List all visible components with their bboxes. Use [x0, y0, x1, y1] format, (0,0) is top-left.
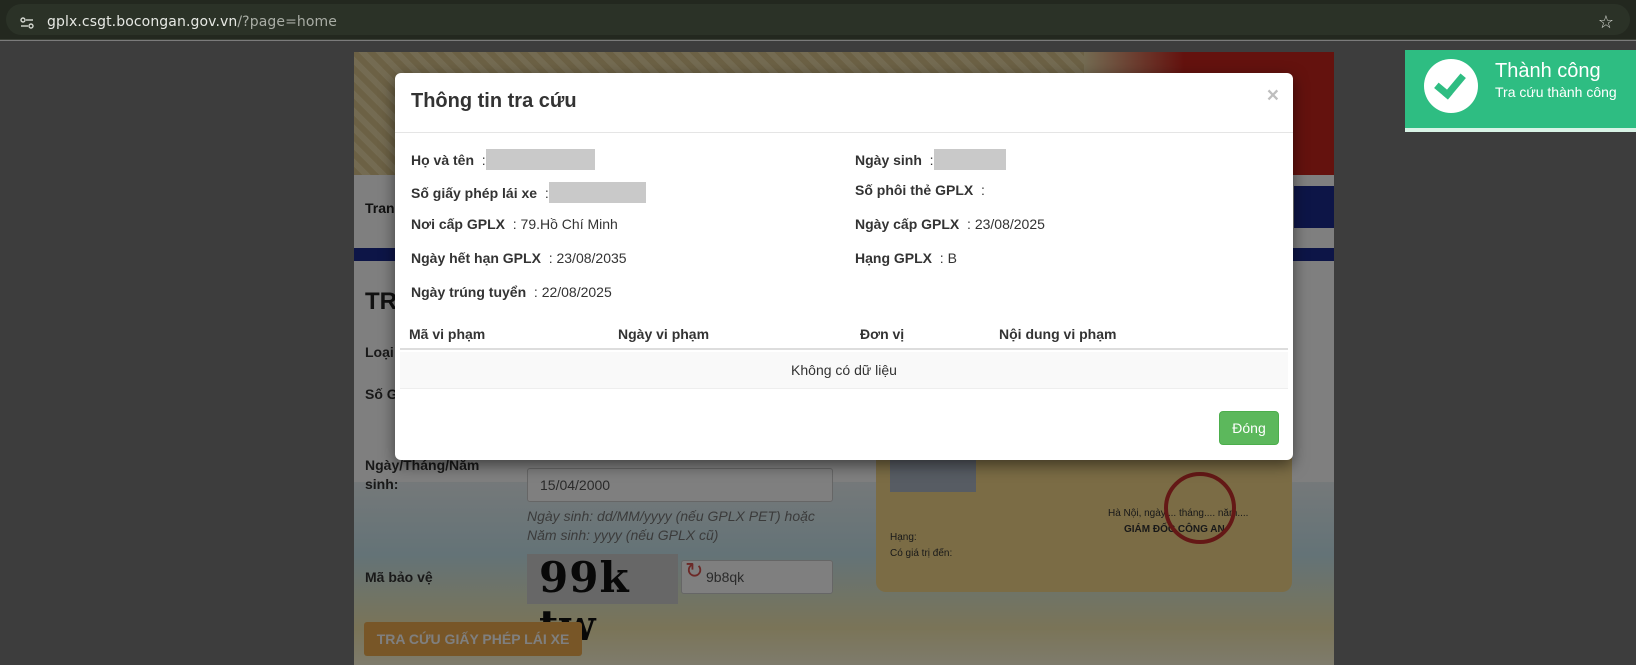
- bookmark-star-icon[interactable]: ☆: [1598, 13, 1614, 31]
- field-issue-place: Nơi cấp GPLX : 79.Hồ Chí Minh: [411, 216, 618, 232]
- url-text: gplx.csgt.bocongan.gov.vn/?page=home: [47, 14, 337, 30]
- checkmark-icon: [1424, 59, 1478, 113]
- violations-table-header: Mã vi phạm Ngày vi phạm Đơn vị Nội dung …: [400, 321, 1288, 350]
- table-empty-row: Không có dữ liệu: [400, 352, 1288, 389]
- redacted-dob: [933, 149, 1006, 170]
- url-field[interactable]: gplx.csgt.bocongan.gov.vn/?page=home ☆: [6, 4, 1630, 35]
- field-license-class: Hạng GPLX : B: [855, 250, 957, 266]
- lookup-result-modal: Thông tin tra cứu × Họ và tên : Ngày sin…: [395, 73, 1293, 460]
- toast-message: Tra cứu thành công: [1495, 84, 1617, 100]
- toast-title: Thành công: [1495, 60, 1601, 82]
- field-dob: Ngày sinh :: [855, 149, 1006, 170]
- browser-address-bar: gplx.csgt.bocongan.gov.vn/?page=home ☆: [0, 0, 1636, 40]
- field-pass-date: Ngày trúng tuyển : 22/08/2025: [411, 284, 612, 300]
- success-toast[interactable]: Thành công Tra cứu thành công: [1405, 50, 1636, 132]
- field-full-name: Họ và tên :: [411, 149, 595, 170]
- site-settings-icon[interactable]: [20, 16, 34, 30]
- field-license-number: Số giấy phép lái xe :: [411, 182, 646, 203]
- field-card-serial: Số phôi thẻ GPLX :: [855, 182, 985, 198]
- col-violation-code: Mã vi phạm: [409, 326, 486, 342]
- col-violation-content: Nội dung vi phạm: [999, 326, 1117, 342]
- field-expiry-date: Ngày hết hạn GPLX : 23/08/2035: [411, 250, 627, 266]
- redacted-name: [485, 149, 595, 170]
- modal-title: Thông tin tra cứu: [411, 90, 577, 112]
- toast-progress-bar: [1405, 128, 1636, 132]
- close-icon[interactable]: ×: [1267, 85, 1279, 106]
- col-unit: Đơn vị: [860, 326, 905, 342]
- field-issue-date: Ngày cấp GPLX : 23/08/2025: [855, 216, 1045, 232]
- redacted-license-number: [548, 182, 646, 203]
- close-button[interactable]: Đóng: [1219, 411, 1279, 445]
- modal-header: Thông tin tra cứu ×: [395, 73, 1293, 133]
- col-violation-date: Ngày vi phạm: [618, 326, 710, 342]
